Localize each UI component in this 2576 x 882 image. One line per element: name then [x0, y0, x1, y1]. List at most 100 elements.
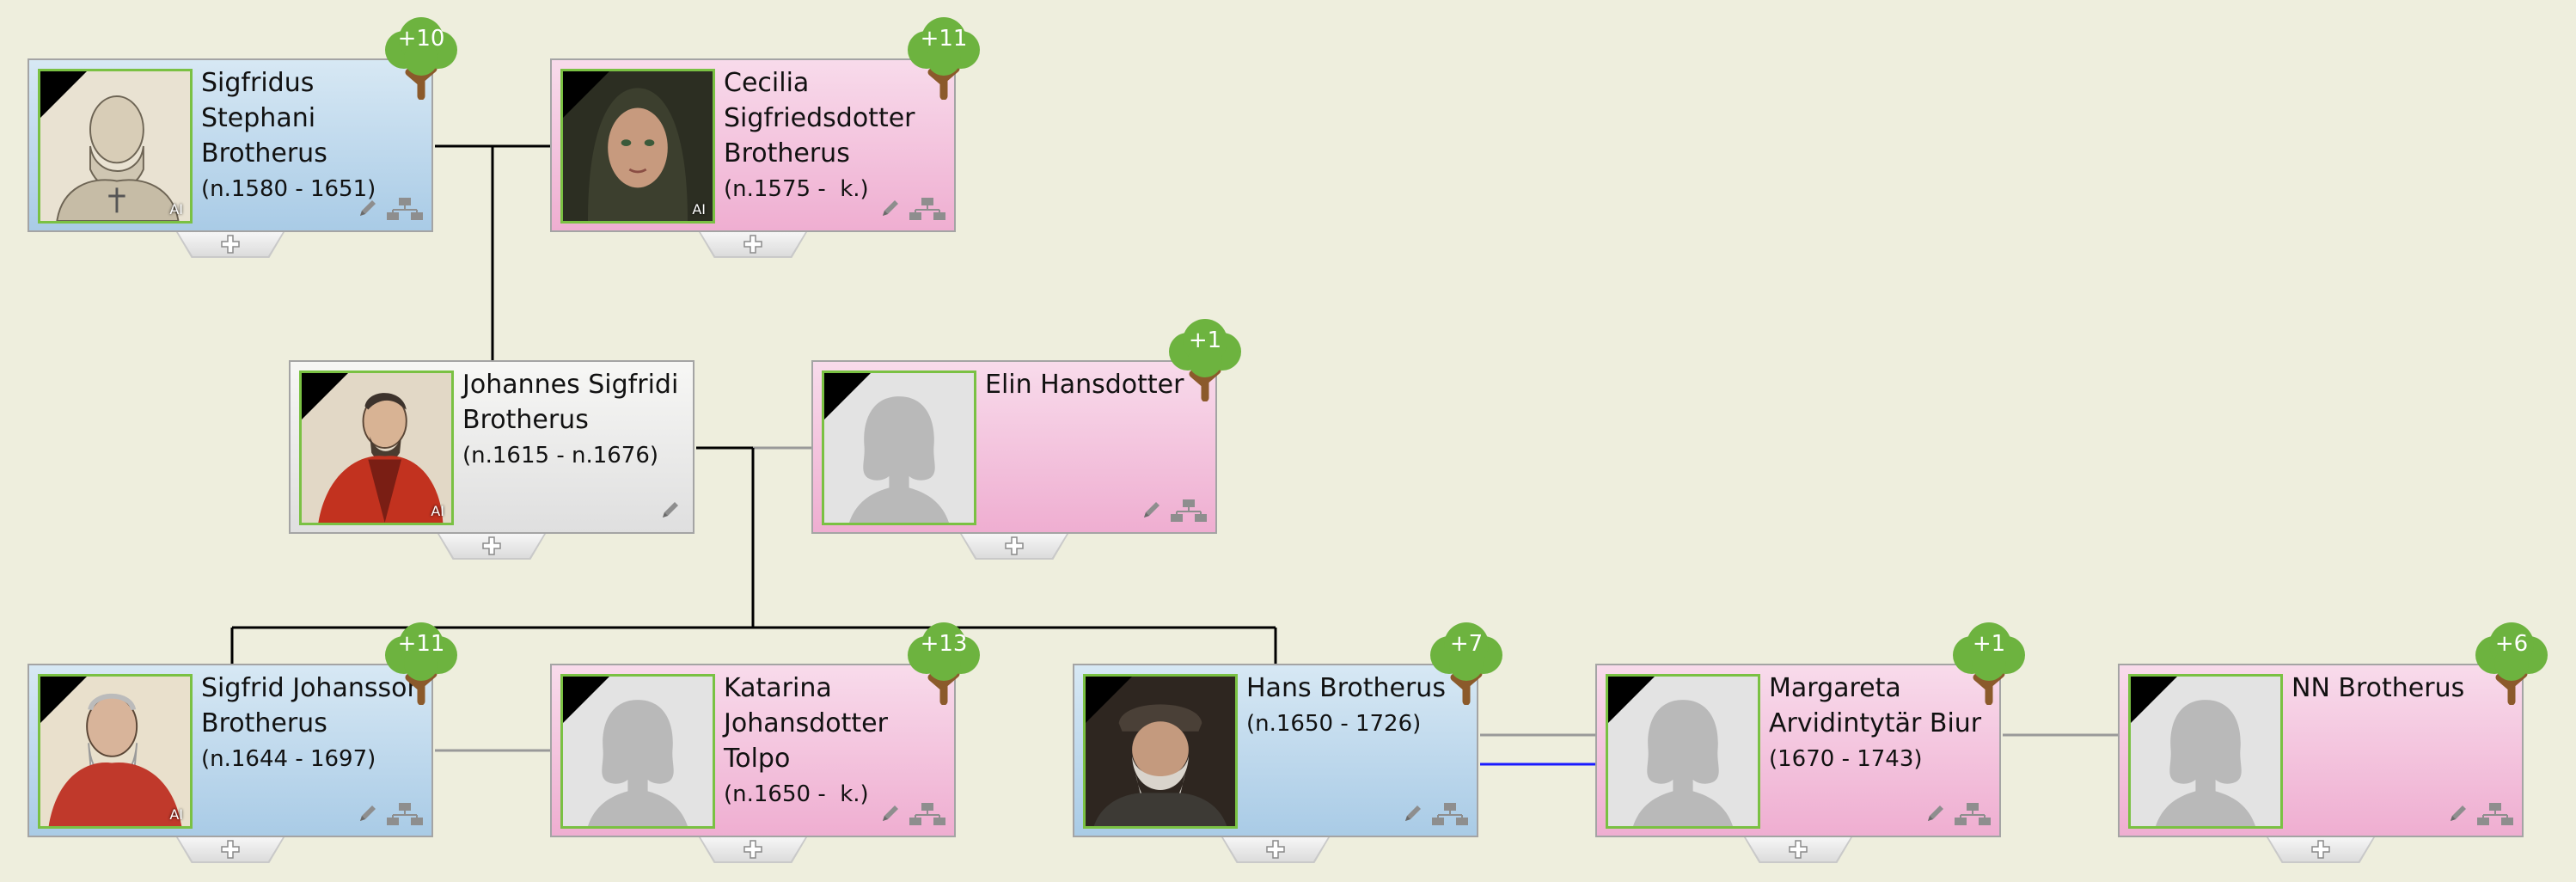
tree-badge-icon[interactable]: +11 [901, 14, 987, 100]
add-relative-button[interactable] [437, 534, 546, 560]
person-name-line: Arvidintytär Biur [1769, 708, 1982, 738]
person-name-line: Sigfriedsdotter [724, 103, 915, 133]
person-dates: (n.1615 - n.1676) [462, 443, 659, 469]
person-name-line: Brotherus [462, 405, 589, 435]
plus-icon [1265, 839, 1286, 860]
ai-generated-mark: AI [169, 201, 183, 217]
plus-icon [743, 839, 763, 860]
pencil-icon[interactable] [358, 198, 378, 218]
person-photo[interactable]: AI [560, 69, 715, 224]
person-card[interactable]: AI Sigfrid Johansson Brotherus (n.1644 - 16… [28, 664, 433, 837]
tree-badge-icon[interactable]: +1 [1162, 315, 1248, 401]
plus-icon [743, 234, 763, 254]
family-tree-icon[interactable] [387, 803, 423, 825]
ancestor-count: +11 [920, 26, 968, 52]
pencil-icon[interactable] [1925, 803, 1946, 824]
person-dates: (n.1650 - k.) [724, 781, 869, 807]
family-tree-icon[interactable] [909, 803, 945, 825]
ancestor-count: +6 [2494, 631, 2529, 657]
family-tree-icon[interactable] [387, 198, 423, 220]
person-name-line: Brotherus [724, 138, 850, 168]
family-tree-icon[interactable] [909, 198, 945, 220]
pencil-icon[interactable] [660, 499, 681, 520]
pencil-icon[interactable] [1141, 499, 1162, 520]
person-photo[interactable] [2128, 674, 2283, 829]
add-relative-button[interactable] [960, 534, 1068, 560]
tree-badge-icon[interactable]: +7 [1423, 619, 1509, 705]
plus-icon [220, 839, 241, 860]
mourning-ribbon [563, 71, 609, 118]
ancestor-count: +10 [397, 26, 445, 52]
add-relative-button[interactable] [2267, 837, 2375, 863]
family-tree-icon[interactable] [1171, 499, 1207, 522]
add-relative-button[interactable] [176, 232, 285, 258]
person-dates: (n.1580 - 1651) [201, 176, 376, 202]
person-card[interactable]: Margareta Arvidintytär Biur (1670 - 1743) [1595, 664, 2001, 837]
add-relative-button[interactable] [699, 232, 807, 258]
tree-badge-icon[interactable]: +6 [2469, 619, 2555, 705]
plus-icon [481, 536, 502, 556]
family-tree-icon[interactable] [1432, 803, 1468, 825]
person-name[interactable]: Johannes Sigfridi Brotherus [462, 367, 689, 438]
ancestor-count: +1 [1188, 328, 1222, 353]
add-relative-button[interactable] [176, 837, 285, 863]
mourning-ribbon [2131, 677, 2177, 723]
person-name-line: Johansdotter [724, 708, 888, 738]
pencil-icon[interactable] [358, 803, 378, 824]
family-tree-icon[interactable] [1955, 803, 1991, 825]
person-dates: (n.1644 - 1697) [201, 746, 376, 772]
family-tree-canvas: AI Sigfridus Stephani Brotherus (n.1580 - 16… [0, 0, 2576, 882]
ancestor-count: +7 [1449, 631, 1484, 657]
person-photo[interactable] [1083, 674, 1238, 829]
person-card[interactable]: Hans Brotherus (n.1650 - 1726) [1073, 664, 1478, 837]
person-photo[interactable] [560, 674, 715, 829]
mourning-ribbon [1608, 677, 1655, 723]
person-card[interactable]: AI Cecilia Sigfriedsdotter Brotherus (n.1575… [550, 58, 956, 232]
mourning-ribbon [824, 373, 871, 420]
tree-badge-icon[interactable]: +1 [1946, 619, 2032, 705]
mourning-ribbon [40, 677, 87, 723]
person-name-line: Stephani [201, 103, 316, 133]
person-card[interactable]: AI Sigfridus Stephani Brotherus (n.1580 - 16… [28, 58, 433, 232]
plus-icon [2310, 839, 2331, 860]
person-card[interactable]: Katarina Johansdotter Tolpo (n.1650 - k.) [550, 664, 956, 837]
person-name-line: Brotherus [201, 138, 327, 168]
person-card[interactable]: Elin Hansdotter [811, 360, 1217, 534]
person-photo[interactable] [1606, 674, 1760, 829]
person-photo[interactable]: AI [38, 69, 193, 224]
tree-badge-icon[interactable]: +10 [378, 14, 464, 100]
person-card[interactable]: NN Brotherus [2118, 664, 2524, 837]
person-dates: (n.1650 - 1726) [1246, 711, 1422, 737]
person-name-line: Brotherus [201, 708, 327, 738]
add-relative-button[interactable] [1744, 837, 1852, 863]
mourning-ribbon [40, 71, 87, 118]
person-photo[interactable]: AI [38, 674, 193, 829]
person-name-line: Johannes Sigfridi [462, 370, 679, 400]
pencil-icon[interactable] [880, 803, 901, 824]
mourning-ribbon [1086, 677, 1132, 723]
ancestor-count: +11 [397, 631, 445, 657]
plus-icon [1788, 839, 1808, 860]
tree-badge-icon[interactable]: +13 [901, 619, 987, 705]
plus-icon [1004, 536, 1025, 556]
plus-icon [220, 234, 241, 254]
add-relative-button[interactable] [1221, 837, 1330, 863]
ai-generated-mark: AI [169, 806, 183, 823]
person-photo[interactable]: AI [299, 371, 454, 525]
tree-badge-icon[interactable]: +11 [378, 619, 464, 705]
pencil-icon[interactable] [1403, 803, 1423, 824]
person-photo[interactable] [822, 371, 976, 525]
pencil-icon[interactable] [2448, 803, 2469, 824]
ancestor-count: +1 [1972, 631, 2006, 657]
ancestor-count: +13 [920, 631, 968, 657]
person-card[interactable]: AI Johannes Sigfridi Brotherus (n.1615 - n.… [289, 360, 694, 534]
family-tree-icon[interactable] [2477, 803, 2513, 825]
person-name-line: Tolpo [724, 744, 791, 774]
ai-generated-mark: AI [431, 503, 444, 519]
mourning-ribbon [563, 677, 609, 723]
mourning-ribbon [302, 373, 348, 420]
person-dates: (1670 - 1743) [1769, 746, 1923, 772]
add-relative-button[interactable] [699, 837, 807, 863]
ai-generated-mark: AI [692, 201, 706, 217]
pencil-icon[interactable] [880, 198, 901, 218]
